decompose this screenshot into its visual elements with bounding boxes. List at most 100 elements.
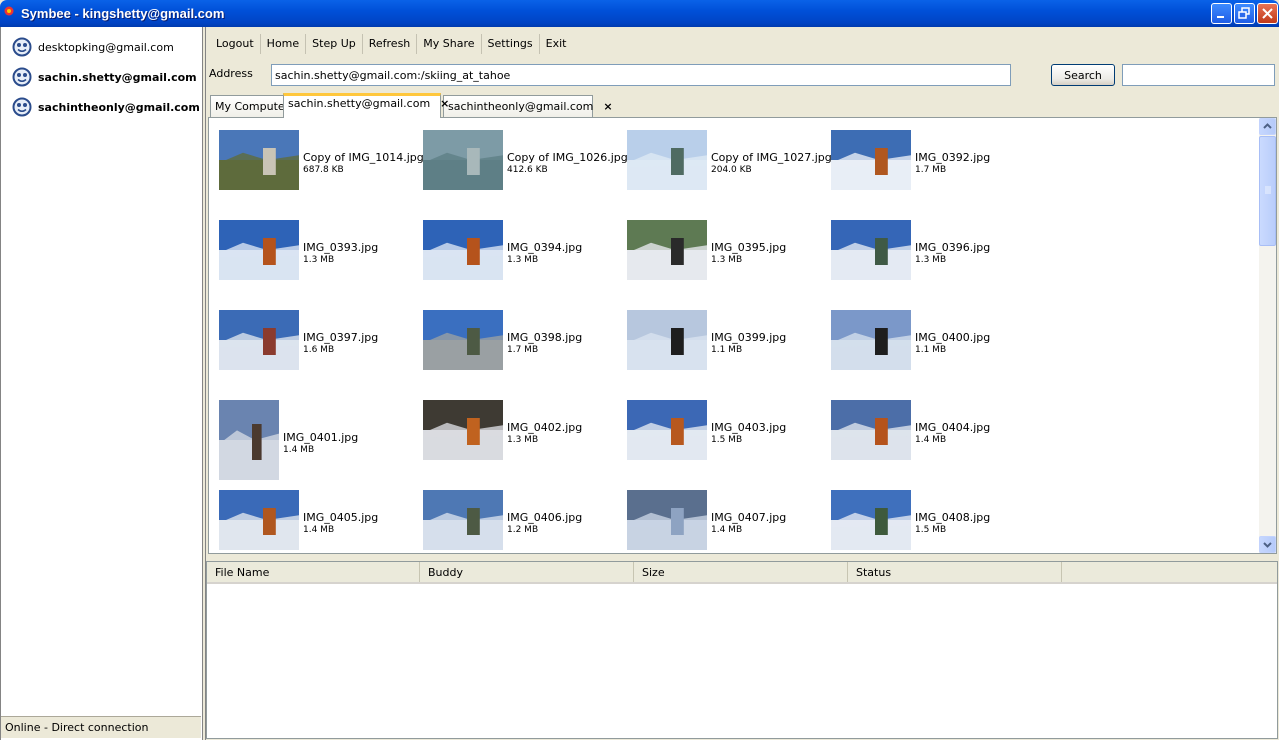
scroll-down-button[interactable] (1259, 536, 1276, 553)
step-up-button[interactable]: Step Up (306, 34, 363, 54)
photo-thumbnail (831, 490, 911, 550)
file-name: Copy of IMG_1014.jpg (303, 151, 424, 164)
file-tile[interactable]: IMG_0408.jpg 1.5 MB (831, 490, 1035, 553)
file-tile[interactable]: Copy of IMG_1027.jpg 204.0 KB (627, 130, 832, 220)
file-size: 1.4 MB (915, 435, 947, 445)
file-size: 1.5 MB (711, 435, 743, 445)
photo-thumbnail (831, 310, 911, 370)
main-panel: Logout Home Step Up Refresh My Share Set… (205, 27, 1279, 740)
buddy-item[interactable]: sachintheonly@gmail.com (12, 96, 200, 118)
buddy-email: desktopking@gmail.com (38, 40, 174, 54)
file-tile[interactable]: IMG_0407.jpg 1.4 MB (627, 490, 831, 553)
photo-thumbnail (423, 130, 503, 190)
file-size: 1.3 MB (507, 435, 539, 445)
address-input[interactable]: sachin.shetty@gmail.com:/skiing_at_tahoe (271, 64, 1011, 86)
file-size: 1.3 MB (303, 255, 335, 265)
file-size: 1.3 MB (507, 255, 539, 265)
settings-button[interactable]: Settings (482, 34, 540, 54)
file-tile[interactable]: Copy of IMG_1026.jpg 412.6 KB (423, 130, 628, 220)
file-tile[interactable]: IMG_0406.jpg 1.2 MB (423, 490, 627, 553)
column-status[interactable]: Status (848, 562, 1062, 582)
file-tile[interactable]: IMG_0400.jpg 1.1 MB (831, 310, 1035, 400)
tab-label: My Computer (215, 100, 290, 113)
file-name: IMG_0402.jpg (507, 421, 583, 434)
photo-thumbnail (423, 310, 503, 370)
buddy-item[interactable]: desktopking@gmail.com (12, 36, 197, 58)
my-share-button[interactable]: My Share (417, 34, 482, 54)
search-input[interactable] (1122, 64, 1275, 86)
column-buddy[interactable]: Buddy (420, 562, 634, 582)
file-size: 1.3 MB (711, 255, 743, 265)
file-tile[interactable]: IMG_0399.jpg 1.1 MB (627, 310, 831, 400)
file-size: 1.5 MB (915, 525, 947, 535)
file-name: Copy of IMG_1026.jpg (507, 151, 628, 164)
file-tile[interactable]: IMG_0402.jpg 1.3 MB (423, 400, 627, 490)
vertical-scrollbar[interactable] (1259, 118, 1276, 553)
tab-buddy-share[interactable]: sachin.shetty@gmail.com × (283, 93, 449, 118)
file-size: 1.2 MB (507, 525, 539, 535)
status-bar: Online - Direct connection (1, 716, 201, 738)
file-name: IMG_0399.jpg (711, 331, 787, 344)
restore-button[interactable] (1234, 3, 1255, 24)
file-tile[interactable]: IMG_0401.jpg 1.4 MB (219, 400, 423, 490)
tab-buddy-share[interactable]: sachintheonly@gmail.com × (443, 95, 613, 117)
buddy-item[interactable]: sachin.shetty@gmail.com (12, 66, 197, 88)
file-tile[interactable]: IMG_0392.jpg 1.7 MB (831, 130, 1035, 220)
buddy-icon (12, 67, 32, 87)
photo-thumbnail (627, 220, 707, 280)
title-bar[interactable]: Symbee - kingshetty@gmail.com (0, 0, 1279, 27)
photo-thumbnail (423, 220, 503, 280)
file-size: 1.4 MB (283, 445, 315, 455)
tab-close-icon[interactable]: × (603, 100, 612, 113)
file-name: IMG_0394.jpg (507, 241, 583, 254)
file-tile[interactable]: Copy of IMG_1014.jpg 687.8 KB (219, 130, 424, 220)
photo-thumbnail (627, 130, 707, 190)
file-tile[interactable]: IMG_0404.jpg 1.4 MB (831, 400, 1035, 490)
file-tile[interactable]: IMG_0403.jpg 1.5 MB (627, 400, 831, 490)
column-size[interactable]: Size (634, 562, 848, 582)
file-name: IMG_0408.jpg (915, 511, 991, 524)
scroll-up-button[interactable] (1259, 118, 1276, 135)
file-name: IMG_0395.jpg (711, 241, 787, 254)
address-label: Address (209, 67, 253, 80)
photo-thumbnail (831, 400, 911, 460)
file-tile[interactable]: IMG_0393.jpg 1.3 MB (219, 220, 423, 310)
tab-my-computer[interactable]: My Computer (210, 95, 289, 117)
logout-button[interactable]: Logout (210, 34, 261, 54)
grip-icon (1265, 186, 1271, 194)
tab-close-icon[interactable]: × (440, 97, 449, 110)
file-size: 687.8 KB (303, 165, 344, 175)
file-name: IMG_0392.jpg (915, 151, 991, 164)
minimize-button[interactable] (1211, 3, 1232, 24)
file-name: Copy of IMG_1027.jpg (711, 151, 832, 164)
photo-thumbnail (219, 310, 299, 370)
photo-thumbnail (423, 400, 503, 460)
file-tile[interactable]: IMG_0396.jpg 1.3 MB (831, 220, 1035, 310)
buddy-email: sachintheonly@gmail.com (38, 100, 200, 114)
buddy-icon (12, 97, 32, 117)
file-name: IMG_0393.jpg (303, 241, 379, 254)
photo-thumbnail (219, 130, 299, 190)
file-tile[interactable]: IMG_0394.jpg 1.3 MB (423, 220, 627, 310)
file-tile[interactable]: IMG_0398.jpg 1.7 MB (423, 310, 627, 400)
refresh-button[interactable]: Refresh (363, 34, 418, 54)
exit-button[interactable]: Exit (540, 34, 573, 54)
buddy-list: desktopking@gmail.com sachin.shetty@gmail… (0, 27, 203, 740)
file-name: IMG_0406.jpg (507, 511, 583, 524)
arrow-down-icon (1263, 542, 1272, 548)
file-tile[interactable]: IMG_0395.jpg 1.3 MB (627, 220, 831, 310)
file-size: 1.4 MB (303, 525, 335, 535)
photo-thumbnail (219, 490, 299, 550)
photo-thumbnail (831, 130, 911, 190)
search-button[interactable]: Search (1051, 64, 1115, 86)
file-size: 1.3 MB (915, 255, 947, 265)
file-tile[interactable]: IMG_0405.jpg 1.4 MB (219, 490, 423, 553)
close-button[interactable] (1257, 3, 1278, 24)
scroll-thumb[interactable] (1259, 136, 1276, 246)
buddy-icon (12, 37, 32, 57)
column-file-name[interactable]: File Name (207, 562, 420, 582)
home-button[interactable]: Home (261, 34, 307, 54)
file-tile[interactable]: IMG_0397.jpg 1.6 MB (219, 310, 423, 400)
restore-icon (1238, 7, 1250, 19)
file-name: IMG_0403.jpg (711, 421, 787, 434)
